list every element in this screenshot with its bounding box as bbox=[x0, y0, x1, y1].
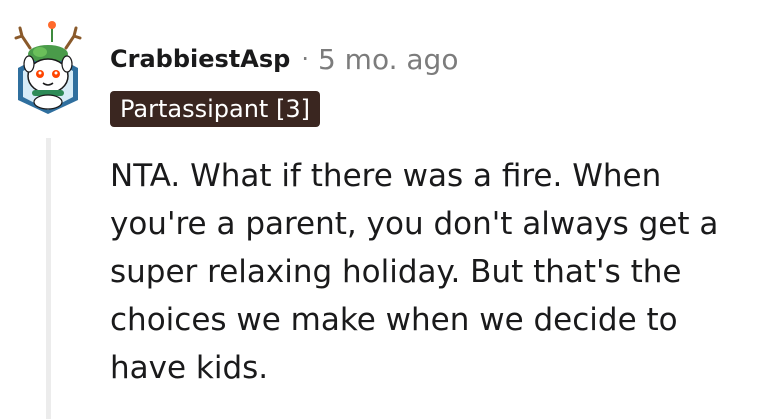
user-avatar[interactable] bbox=[12, 14, 84, 114]
thread-collapse-line[interactable] bbox=[46, 138, 51, 419]
meta-separator: · bbox=[301, 45, 309, 73]
snoo-reindeer-avatar-icon bbox=[14, 21, 82, 114]
comment-meta: CrabbiestAsp · 5 mo. ago bbox=[110, 41, 458, 77]
comment-body-text: NTA. What if there was a fire. When you'… bbox=[110, 158, 719, 386]
comment: CrabbiestAsp · 5 mo. ago Partassipant [3… bbox=[0, 0, 774, 419]
username-link[interactable]: CrabbiestAsp bbox=[110, 45, 290, 73]
timestamp-link[interactable]: 5 mo. ago bbox=[318, 43, 459, 76]
user-flair-badge: Partassipant [3] bbox=[110, 91, 320, 127]
